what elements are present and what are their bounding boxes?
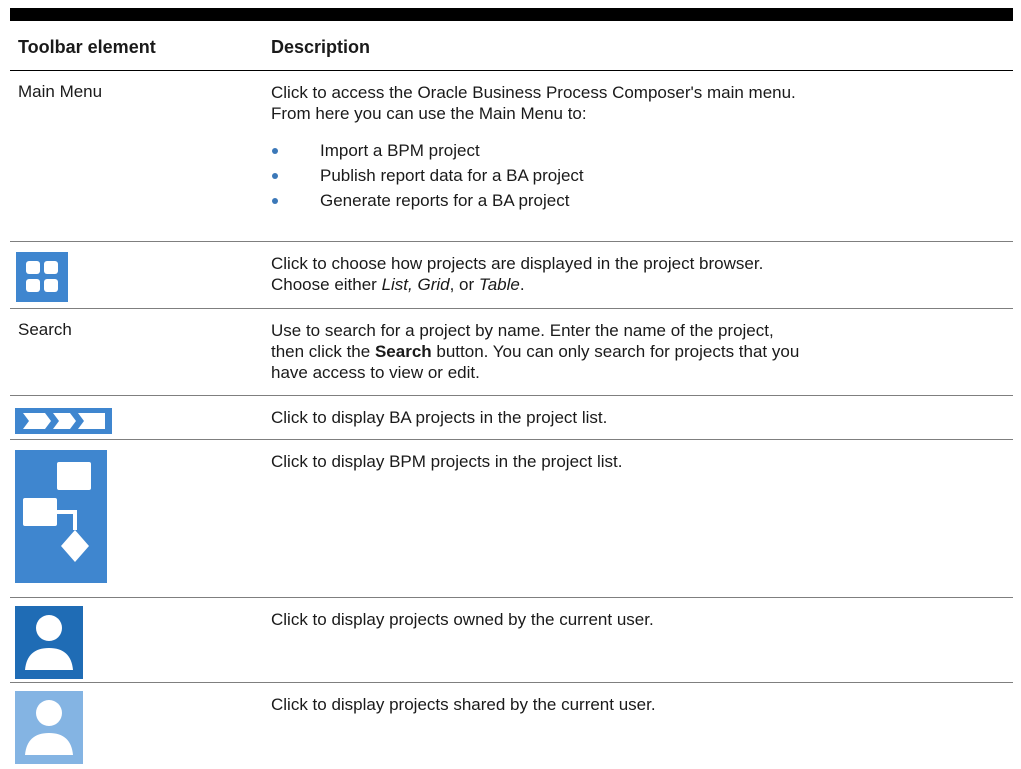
header-toolbar-element: Toolbar element — [18, 37, 156, 57]
ba-projects-description: Click to display BA projects in the proj… — [271, 408, 608, 427]
bullet-text: Import a BPM project — [320, 141, 480, 160]
table-row-view-mode: Click to choose how projects are display… — [10, 242, 1013, 309]
view-mode-end: . — [519, 275, 525, 294]
main-menu-bullet-list: Import a BPM project Publish report data… — [271, 138, 1006, 213]
search-desc-prefix: then click the — [271, 342, 375, 361]
bullet-item: Import a BPM project — [271, 138, 1006, 163]
bullet-text: Publish report data for a BA project — [320, 166, 584, 185]
ba-projects-icon — [15, 408, 112, 434]
shared-description: Click to display projects shared by the … — [271, 695, 656, 714]
view-mode-prefix: Choose either — [271, 275, 382, 294]
bullet-text: Generate reports for a BA project — [320, 191, 570, 210]
search-label: Search — [18, 320, 72, 339]
bpm-projects-description: Click to display BPM projects in the pro… — [271, 452, 623, 471]
bpm-projects-icon — [15, 450, 107, 583]
search-desc-line1: Use to search for a project by name. Ent… — [271, 321, 774, 340]
view-option-table: Table — [478, 275, 520, 294]
owned-user-icon — [15, 606, 83, 679]
view-mode-separator: , or — [449, 275, 479, 294]
table-header: Toolbar element Description — [10, 21, 1013, 71]
search-description: Use to search for a project by name. Ent… — [271, 320, 1006, 383]
table-row-owned: Click to display projects owned by the c… — [10, 598, 1013, 683]
view-mode-description: Click to choose how projects are display… — [271, 253, 1006, 295]
main-menu-desc-line2: From here you can use the Main Menu to: — [271, 104, 587, 123]
table-row-search: Search Use to search for a project by na… — [10, 309, 1013, 396]
search-desc-line2: then click the Search button. You can on… — [271, 341, 1006, 362]
view-mode-desc-line2: Choose either List, Grid, or Table. — [271, 274, 1006, 295]
table-row-main-menu: Main Menu Click to access the Oracle Bus… — [10, 71, 1013, 242]
search-desc-line3: have access to view or edit. — [271, 363, 480, 382]
bullet-icon — [272, 173, 278, 179]
table-row-bpm-projects: Click to display BPM projects in the pro… — [10, 440, 1013, 598]
search-bold-word: Search — [374, 342, 432, 361]
main-menu-description: Click to access the Oracle Business Proc… — [271, 82, 1006, 124]
owned-description: Click to display projects owned by the c… — [271, 610, 654, 629]
top-rule — [10, 8, 1013, 21]
main-menu-desc-line1: Click to access the Oracle Business Proc… — [271, 83, 796, 102]
view-mode-desc-line1: Click to choose how projects are display… — [271, 254, 764, 273]
bullet-item: Generate reports for a BA project — [271, 188, 1006, 213]
table-row-shared: Click to display projects shared by the … — [10, 683, 1013, 767]
bullet-icon — [272, 148, 278, 154]
main-menu-label: Main Menu — [18, 82, 103, 101]
bullet-item: Publish report data for a BA project — [271, 163, 1006, 188]
search-desc-suffix: button. You can only search for projects… — [431, 342, 800, 361]
view-option-list-grid: List, Grid — [381, 275, 450, 294]
header-description: Description — [271, 37, 371, 57]
shared-user-icon — [15, 691, 83, 764]
bullet-icon — [272, 198, 278, 204]
table-row-ba-projects: Click to display BA projects in the proj… — [10, 396, 1013, 440]
grid-view-icon — [16, 252, 68, 302]
